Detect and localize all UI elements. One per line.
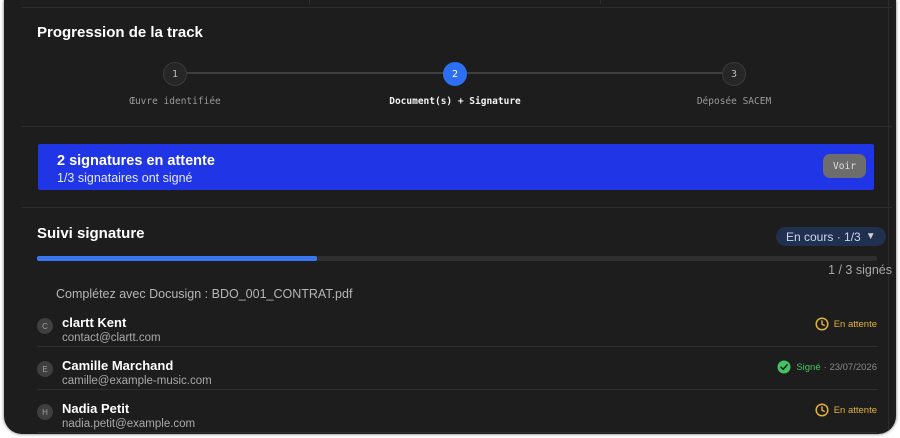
view-button[interactable]: Voir: [823, 154, 866, 178]
avatar: H: [37, 404, 53, 420]
signer-row: H Nadia Petit nadia.petit@example.com En…: [37, 397, 877, 434]
column-divider: [309, 0, 310, 4]
signer-status-label: En attente: [833, 318, 877, 330]
row-divider: [37, 346, 877, 347]
signer-email: contact@clartt.com: [62, 332, 161, 344]
signature-progress-count: 1 / 3 signés: [828, 263, 892, 277]
step-3-label: Déposée SACEM: [696, 96, 772, 107]
progress-section-title: Progression de la track: [37, 24, 203, 41]
step-2-circle[interactable]: 2: [443, 62, 467, 86]
status-filter-pill[interactable]: En cours · 1/3 ▼: [776, 227, 886, 246]
divider: [21, 126, 892, 127]
docusign-document-line[interactable]: Complétez avec Docusign : BDO_001_CONTRA…: [56, 287, 352, 301]
clock-icon: [815, 403, 829, 417]
signature-progress-bar: [37, 256, 877, 261]
pending-signatures-banner: 2 signatures en attente 1/3 signataires …: [38, 144, 874, 190]
clock-icon: [815, 317, 829, 331]
panel-border: [888, 0, 889, 434]
avatar: C: [37, 318, 53, 334]
signer-status-label: En attente: [833, 404, 877, 416]
row-divider: [37, 389, 877, 390]
signature-section-title: Suivi signature: [37, 225, 145, 242]
chevron-down-icon: ▼: [865, 231, 876, 242]
banner-title: 2 signatures en attente: [57, 153, 215, 169]
column-divider: [600, 0, 601, 4]
divider: [21, 7, 892, 8]
signer-status: Signé · 23/07/2026: [777, 360, 877, 374]
step-2-label: Document(s) + Signature: [389, 96, 521, 107]
row-divider: [37, 432, 877, 433]
signer-name: Camille Marchand: [62, 358, 174, 373]
signed-date: · 23/07/2026: [823, 361, 877, 373]
signer-name: clartt Kent: [62, 315, 127, 330]
signer-email: nadia.petit@example.com: [62, 418, 196, 430]
signer-email: camille@example-music.com: [62, 375, 212, 387]
step-3-circle[interactable]: 3: [722, 62, 746, 86]
status-pill-label: En cours · 1/3: [786, 229, 861, 244]
app-frame: Progression de la track 1 2 3 Œuvre iden…: [4, 0, 896, 434]
signer-name: Nadia Petit: [62, 401, 130, 416]
step-1-circle[interactable]: 1: [163, 62, 187, 86]
step-1-label: Œuvre identifiée: [129, 96, 221, 107]
signature-progress-fill: [37, 256, 317, 261]
avatar: E: [37, 361, 53, 377]
signer-status-label: Signé: [796, 361, 821, 373]
banner-subtitle: 1/3 signataires ont signé: [57, 171, 193, 185]
signer-status: En attente: [815, 403, 877, 417]
signer-status: En attente: [815, 317, 877, 331]
check-circle-icon: [777, 360, 791, 374]
divider: [21, 207, 892, 208]
